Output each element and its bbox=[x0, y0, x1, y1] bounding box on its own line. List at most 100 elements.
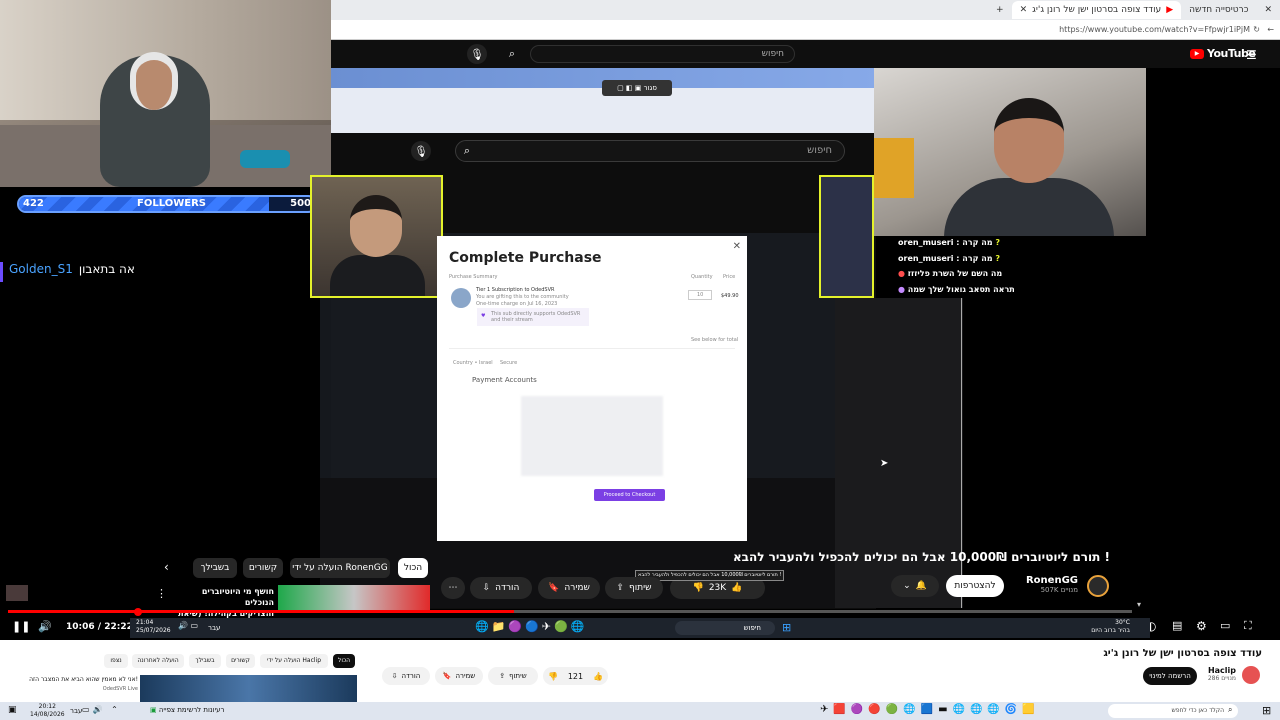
page-like-icon[interactable]: 👍 bbox=[593, 672, 603, 681]
page-share-button[interactable]: ⇪ שיתוף bbox=[488, 667, 538, 685]
channel-info: RonenGG 507K מנויים bbox=[1020, 575, 1078, 594]
share-icon: ⇪ bbox=[616, 583, 625, 593]
download-icon: ⇩ bbox=[482, 583, 491, 593]
watch-page-lower: עודד צופה בסרטון ישן של רונן ג'יג Haclip… bbox=[0, 640, 1280, 702]
guest-webcam-right bbox=[874, 68, 1146, 236]
modal-support: This sub directly supports OdedSVR and t… bbox=[491, 311, 581, 323]
chevron-left-icon: ‹ bbox=[164, 560, 169, 574]
modal-country: Country • Israel bbox=[453, 360, 493, 366]
filter-chip-related: קשורים bbox=[243, 558, 283, 578]
modal-qty-label: Quantity bbox=[691, 274, 713, 280]
mouse-cursor-icon: ➤ bbox=[880, 458, 889, 469]
dislike-icon: 👎 bbox=[692, 583, 704, 593]
page-filter-chip-recent[interactable]: הועלה לאחרונה bbox=[132, 654, 184, 668]
page-save-button[interactable]: 🔖 שמירה bbox=[435, 667, 483, 685]
tab-active[interactable]: ✕ עודד צופה בסרטון ישן של רונן ג'יג ▶ bbox=[1011, 1, 1182, 19]
page-suggested-thumbnail[interactable] bbox=[140, 675, 357, 702]
save-button: 🔖 שמירה bbox=[538, 577, 600, 599]
subtitles-icon[interactable]: ▤ bbox=[1172, 619, 1182, 632]
miniplayer-icon[interactable]: ▭ bbox=[1220, 619, 1230, 632]
join-button: להצטרפות bbox=[946, 575, 1004, 597]
page-filter-chip-uploaded[interactable]: הועלה על ידי Haclip bbox=[260, 654, 328, 668]
page-filter-chip-for-you[interactable]: בשבילך bbox=[189, 654, 221, 668]
page-filter-chip-all[interactable]: הכול bbox=[333, 654, 355, 668]
video-progress-marker bbox=[134, 608, 142, 616]
channel-logo bbox=[1087, 575, 1109, 597]
page-save-label: שמירה bbox=[455, 672, 476, 680]
overlay-chat-accent bbox=[0, 262, 3, 282]
reload-icon[interactable]: ↻ bbox=[1253, 25, 1260, 34]
taskbar-search-box[interactable]: הקלד כאן כדי לחפש bbox=[1108, 704, 1238, 718]
channel-name: RonenGG bbox=[1025, 575, 1078, 586]
inner-lang: עבר bbox=[208, 624, 221, 632]
payment-options-blurred bbox=[521, 396, 663, 476]
bookmark-icon: 🔖 bbox=[548, 583, 560, 593]
suggested-title-line1: חושף מי היוטיוברים הנוכלים bbox=[201, 587, 274, 607]
new-tab-icon[interactable]: + bbox=[996, 5, 1004, 15]
taskbar-app-icons[interactable]: ✈🟥🟣🔴🟢🌐🟦▬🌐🌐🌐🌀🟨 bbox=[820, 704, 1040, 715]
taskbar-clock[interactable]: 20:12 14/08/2026 bbox=[30, 703, 65, 719]
search-input[interactable]: חיפוש bbox=[530, 45, 795, 63]
tab-new[interactable]: כרטיסייה חדשה bbox=[1181, 1, 1256, 19]
checkout-button: Proceed to Checkout bbox=[594, 489, 665, 501]
settings-icon[interactable]: ⚙ bbox=[1196, 619, 1207, 633]
subscribe-button[interactable]: הרשמה למינוי bbox=[1143, 667, 1197, 685]
video-progress-bar[interactable] bbox=[8, 608, 1132, 616]
taskbar-date: 14/08/2026 bbox=[30, 711, 65, 718]
video-title: תורם ליוטיוברים 10,000₪ אבל הם יכולים לה… bbox=[732, 550, 1110, 564]
page-filter-chip-watched[interactable]: נצפו bbox=[104, 654, 128, 668]
inner-microphone-icon: 🎙 bbox=[411, 141, 431, 161]
taskbar-notification[interactable]: ▣ רעיונות לרשימת צפייה bbox=[150, 706, 224, 714]
fullscreen-icon[interactable]: ⛶ bbox=[1244, 619, 1252, 633]
chevron-down-icon: ⌄ bbox=[903, 581, 911, 591]
inner-search-box: חיפוש bbox=[675, 621, 775, 635]
inner-weather-temp: 30°C bbox=[1115, 619, 1130, 626]
subscribed-button: ⌄ 🔔 bbox=[891, 575, 939, 597]
inner-taskbar: 21:04 25/07/2026 עבר 🔊 ▭ 🌐📁🟣🔵✈🟢🌐 חיפוש ⊞… bbox=[130, 618, 1150, 638]
address-bar[interactable]: https://www.youtube.com/watch?v=Ffpwjr1i… bbox=[331, 20, 1280, 40]
stream-chat-line: ● תראה תסאב גואול שלך שמה bbox=[898, 285, 1015, 294]
hamburger-menu-icon[interactable]: ☰ bbox=[1246, 48, 1257, 62]
page-suggested-title[interactable]: אני לא מאמין שהוא הביא את המצבר הזה! bbox=[14, 676, 138, 683]
page-share-icon: ⇪ bbox=[499, 672, 506, 680]
stream-chat-line: oren_museri : מה קרה ? bbox=[898, 238, 1000, 247]
time-current: 10:06 bbox=[66, 622, 95, 632]
page-filter-chip-related[interactable]: קשורים bbox=[226, 654, 255, 668]
inner-search-text: חיפוש bbox=[743, 624, 761, 632]
stream-chat-line: ● מה השם של השרת פליזזז bbox=[898, 269, 1003, 278]
video-progress-played bbox=[8, 610, 514, 613]
page-download-icon: ⇩ bbox=[391, 672, 398, 680]
inner-tray-icons: 🔊 ▭ bbox=[178, 621, 199, 630]
page-dislike-icon[interactable]: 👎 bbox=[548, 672, 558, 681]
page-like-group[interactable]: 👎 121 👍 bbox=[543, 667, 608, 685]
modal-divider bbox=[449, 348, 735, 349]
page-download-button[interactable]: ⇩ הורדה bbox=[382, 667, 430, 685]
page-channel-avatar[interactable] bbox=[1242, 666, 1260, 684]
window-close-icon[interactable]: ✕ bbox=[1264, 5, 1272, 15]
notification-icon[interactable]: ▣ bbox=[8, 705, 17, 715]
url-text: https://www.youtube.com/watch?v=Ffpwjr1i… bbox=[1059, 25, 1250, 34]
filter-chip-uploaded: הועלה על ידי RonenGG bbox=[290, 558, 390, 578]
back-icon[interactable]: ← bbox=[1267, 25, 1274, 34]
stream-toolbar-popup: ▢ ◧ ▣ סגור bbox=[602, 80, 672, 96]
tab-active-label: עודד צופה בסרטון ישן של רונן ג'יג bbox=[1032, 5, 1162, 15]
channel-avatar bbox=[451, 288, 471, 308]
close-tab-icon[interactable]: ✕ bbox=[1020, 5, 1028, 15]
inner-clock: 21:04 25/07/2026 bbox=[136, 619, 171, 635]
taskbar-tray-icons: ▭🔊 ⌃ bbox=[82, 705, 121, 714]
time-total: 22:22 bbox=[104, 622, 133, 632]
volume-icon[interactable]: 🔊 bbox=[38, 620, 52, 633]
search-icon[interactable]: ⌕ bbox=[502, 44, 522, 64]
inner-time: 21:04 bbox=[136, 619, 154, 626]
overlay-chat-message: Golden_S1 אה בתאבון bbox=[0, 262, 135, 282]
page-suggested-channel: OdedSVR Live bbox=[102, 686, 138, 692]
like-count: 23K bbox=[708, 583, 727, 593]
taskbar-search-text: הקלד כאן כדי לחפש bbox=[1171, 707, 1224, 714]
start-icon[interactable]: ⊞ bbox=[1262, 704, 1271, 717]
side-app-icon bbox=[6, 585, 28, 601]
filter-chip-all: הכול bbox=[398, 558, 428, 578]
taskbar-time: 20:12 bbox=[38, 703, 56, 710]
windows-taskbar: 20:12 14/08/2026 ▣ עבר ▭🔊 ⌃ ▣ רעיונות לר… bbox=[0, 702, 1280, 720]
microphone-icon[interactable]: 🎙 bbox=[467, 44, 487, 64]
pause-icon[interactable]: ❚❚ bbox=[12, 620, 30, 633]
